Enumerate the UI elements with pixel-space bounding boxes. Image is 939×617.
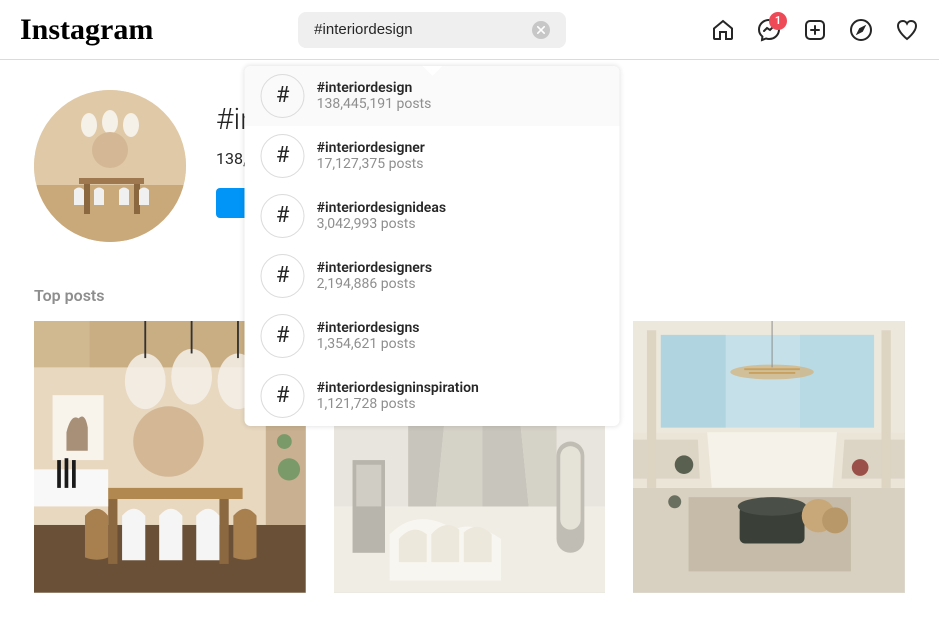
hashtag-icon: # — [261, 74, 305, 118]
result-tag: #interiordesigns — [317, 320, 420, 336]
result-count: 1,121,728 posts — [317, 396, 479, 412]
result-tag: #interiordesigners — [317, 260, 432, 276]
result-count: 3,042,993 posts — [317, 216, 446, 232]
search-wrapper: # #interiordesign 138,445,191 posts # #i… — [193, 12, 671, 48]
hashtag-avatar — [34, 90, 186, 242]
close-icon — [537, 26, 545, 34]
search-dropdown: # #interiordesign 138,445,191 posts # #i… — [245, 66, 620, 426]
messenger-icon[interactable]: 1 — [757, 18, 781, 42]
home-icon[interactable] — [711, 18, 735, 42]
result-count: 17,127,375 posts — [317, 156, 425, 172]
notification-badge: 1 — [769, 12, 787, 30]
nav-icons: 1 — [711, 18, 919, 42]
new-post-icon[interactable] — [803, 18, 827, 42]
hashtag-icon: # — [261, 314, 305, 358]
explore-icon[interactable] — [849, 18, 873, 42]
instagram-logo[interactable]: Instagram — [20, 13, 153, 47]
result-tag: #interiordesign — [317, 80, 432, 96]
result-tag: #interiordesigninspiration — [317, 380, 479, 396]
header: Instagram # #interiordesign 138,445,191 … — [0, 0, 939, 60]
result-count: 138,445,191 posts — [317, 96, 432, 112]
search-result-item[interactable]: # #interiordesigninspiration 1,121,728 p… — [245, 366, 620, 426]
hashtag-icon: # — [261, 134, 305, 178]
search-box[interactable] — [298, 12, 566, 48]
hashtag-icon: # — [261, 374, 305, 418]
result-tag: #interiordesigner — [317, 140, 425, 156]
search-result-item[interactable]: # #interiordesignideas 3,042,993 posts — [245, 186, 620, 246]
hashtag-icon: # — [261, 254, 305, 298]
result-count: 1,354,621 posts — [317, 336, 420, 352]
result-count: 2,194,886 posts — [317, 276, 432, 292]
search-result-item[interactable]: # #interiordesigner 17,127,375 posts — [245, 126, 620, 186]
post-thumbnail[interactable] — [633, 321, 905, 593]
search-result-item[interactable]: # #interiordesigns 1,354,621 posts — [245, 306, 620, 366]
search-result-item[interactable]: # #interiordesigners 2,194,886 posts — [245, 246, 620, 306]
activity-icon[interactable] — [895, 18, 919, 42]
result-tag: #interiordesignideas — [317, 200, 446, 216]
clear-search-button[interactable] — [532, 21, 550, 39]
hashtag-icon: # — [261, 194, 305, 238]
search-input[interactable] — [314, 21, 532, 38]
